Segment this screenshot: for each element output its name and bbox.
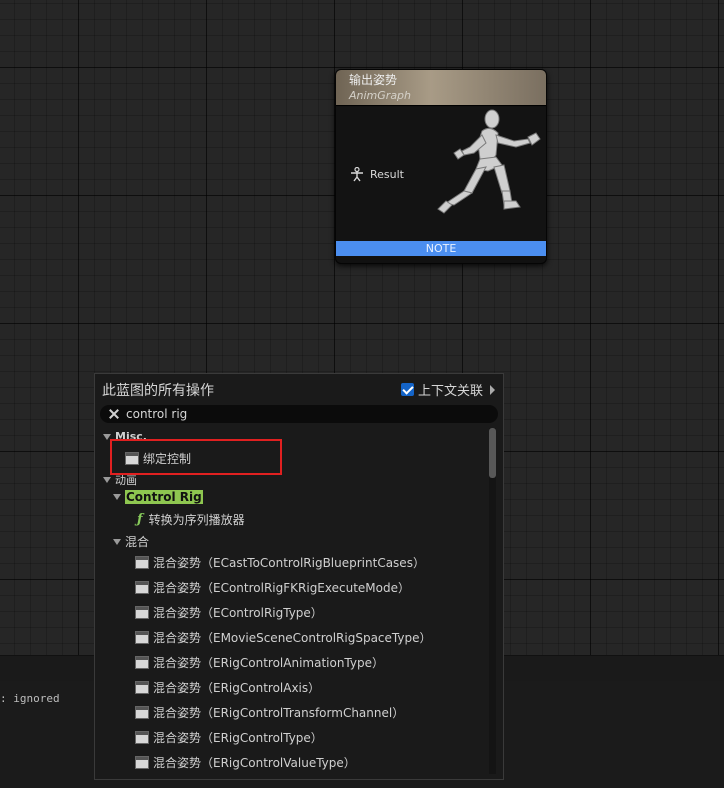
list-item-blend[interactable]: 混合姿势（ERigControlTransformChannel） <box>135 704 404 721</box>
list-item-blend[interactable]: 混合姿势（ECastToControlRigBlueprintCases） <box>135 554 425 571</box>
node-body: Result <box>336 107 546 241</box>
category-control-rig[interactable]: Control Rig <box>113 490 203 504</box>
action-list: Misc. 绑定控制 动画 Control Rig ƒ 转换为序列播放器 混合 … <box>95 428 487 774</box>
node-item-icon <box>135 681 149 694</box>
node-item-icon <box>135 706 149 719</box>
node-title: 输出姿势 <box>349 73 398 87</box>
clear-search-icon[interactable] <box>106 405 124 423</box>
node-item-icon <box>135 656 149 669</box>
scrollbar-thumb[interactable] <box>489 428 496 478</box>
pose-pin-icon <box>351 167 363 182</box>
node-subtitle: AnimGraph <box>349 89 412 102</box>
node-item-icon <box>135 731 149 744</box>
context-sensitive-toggle[interactable]: 上下文关联 <box>401 380 496 399</box>
log-line: : ignored <box>0 692 60 705</box>
list-item-blend[interactable]: 混合姿势（EMovieSceneControlRigSpaceType） <box>135 629 431 646</box>
category-label: 混合 <box>125 535 150 549</box>
result-pin[interactable]: Result <box>350 167 404 182</box>
collapse-triangle-icon[interactable] <box>113 538 121 545</box>
function-icon: ƒ <box>137 512 143 527</box>
annotation-highlight-box <box>110 439 282 475</box>
note-bar[interactable]: NOTE <box>336 241 546 256</box>
output-pose-node[interactable]: 输出姿势 AnimGraph Result NOTE <box>335 69 547 264</box>
list-item-label: 混合姿势（EControlRigType） <box>153 606 323 620</box>
node-item-icon <box>135 606 149 619</box>
list-item-label: 混合姿势（ECastToControlRigBlueprintCases） <box>153 556 425 570</box>
list-item-label: 混合姿势（ERigControlValueType） <box>153 756 356 770</box>
list-item-label: 混合姿势（EMovieSceneControlRigSpaceType） <box>153 631 432 645</box>
category-label-highlighted: Control Rig <box>125 490 203 504</box>
collapse-triangle-icon[interactable] <box>103 477 111 483</box>
node-item-icon <box>135 581 149 594</box>
collapse-triangle-icon[interactable] <box>113 494 121 500</box>
node-item-icon <box>135 631 149 644</box>
list-item-blend[interactable]: 混合姿势（ERigControlAnimationType） <box>135 654 384 671</box>
list-item-convert-sequence-player[interactable]: ƒ 转换为序列播放器 <box>137 511 245 528</box>
mannequin-preview-icon <box>437 109 541 214</box>
node-item-icon <box>135 556 149 569</box>
result-pin-label: Result <box>370 168 404 181</box>
list-item-label: 混合姿势（ERigControlAxis） <box>153 681 321 695</box>
list-item-blend[interactable]: 混合姿势（ERigControlValueType） <box>135 754 356 771</box>
blueprint-actions-menu: 此蓝图的所有操作 上下文关联 Misc. 绑定控制 动画 Control Rig… <box>94 373 504 780</box>
list-item-label: 混合姿势（ERigControlAnimationType） <box>153 656 384 670</box>
category-blend[interactable]: 混合 <box>113 533 149 550</box>
node-item-icon <box>135 756 149 769</box>
menu-title: 此蓝图的所有操作 <box>102 383 214 399</box>
list-item-blend[interactable]: 混合姿势（ERigControlType） <box>135 729 323 746</box>
list-item-blend[interactable]: 混合姿势（EControlRigType） <box>135 604 323 621</box>
search-input[interactable] <box>124 407 486 421</box>
list-item-label: 混合姿势（ERigControlTransformChannel） <box>153 706 405 720</box>
list-item-label: 混合姿势（EControlRigFKRigExecuteMode） <box>153 581 410 595</box>
list-item-label: 转换为序列播放器 <box>148 513 245 527</box>
context-sensitive-checkbox[interactable] <box>401 383 414 396</box>
search-box <box>100 405 498 423</box>
context-sensitive-label: 上下文关联 <box>418 384 484 399</box>
list-item-blend[interactable]: 混合姿势（ERigControlAxis） <box>135 679 320 696</box>
node-header: 输出姿势 AnimGraph <box>336 70 546 106</box>
list-scrollbar[interactable] <box>489 428 496 774</box>
list-item-blend[interactable]: 混合姿势（EControlRigFKRigExecuteMode） <box>135 579 410 596</box>
list-item-label: 混合姿势（ERigControlType） <box>153 731 323 745</box>
expand-arrow-icon[interactable] <box>490 384 496 395</box>
